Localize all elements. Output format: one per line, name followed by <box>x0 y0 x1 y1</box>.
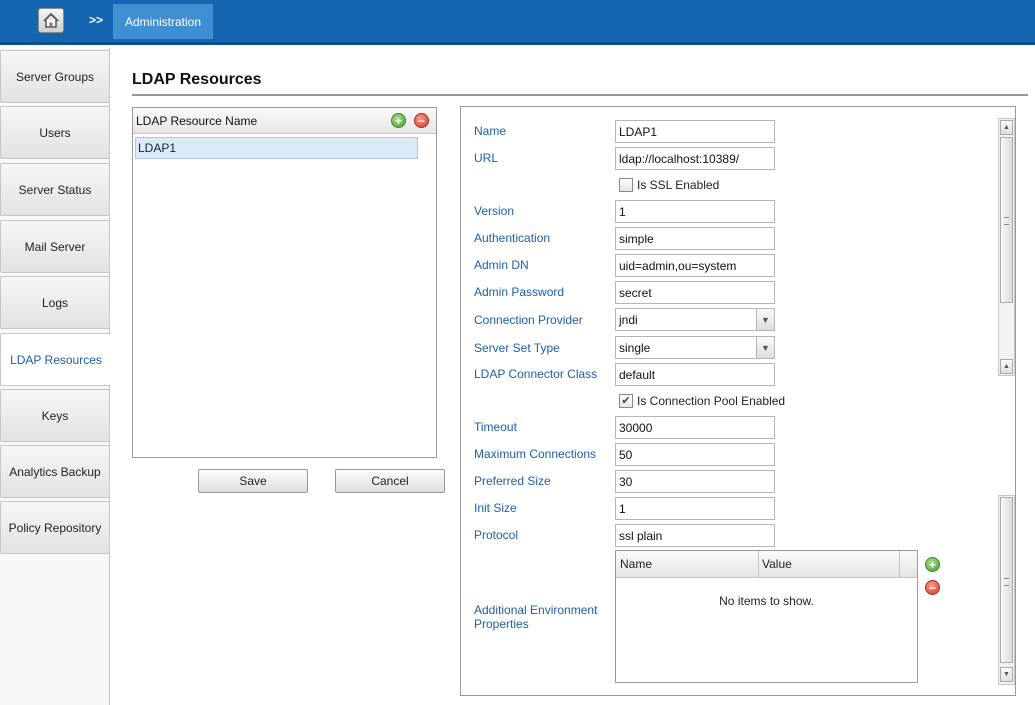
breadcrumb-administration[interactable]: Administration <box>113 4 213 39</box>
version-field[interactable]: 1 <box>615 200 775 223</box>
url-field[interactable]: ldap://localhost:10389/ <box>615 147 775 170</box>
title-divider <box>132 94 1028 96</box>
env-properties-grid: Name Value No items to show. <box>615 550 918 683</box>
sidebar-item-analytics-backup[interactable]: Analytics Backup <box>0 445 110 498</box>
sidebar-item-server-groups[interactable]: Server Groups <box>0 50 110 103</box>
sidebar: Server Groups Users Server Status Mail S… <box>0 48 111 705</box>
sidebar-item-keys[interactable]: Keys <box>0 389 110 442</box>
ssl-enabled-checkbox[interactable] <box>619 178 633 192</box>
url-label: URL <box>474 151 499 165</box>
chevron-down-icon[interactable]: ▼ <box>756 309 774 330</box>
connection-provider-label: Connection Provider <box>474 313 583 327</box>
top-bar: >> Administration <box>0 0 1035 45</box>
admin-password-label: Admin Password <box>474 285 565 299</box>
server-set-type-label: Server Set Type <box>474 341 560 355</box>
timeout-field[interactable]: 30000 <box>615 416 775 439</box>
admin-password-field[interactable]: secret <box>615 281 775 304</box>
env-column-name[interactable]: Name <box>616 551 759 577</box>
server-set-type-select[interactable]: single ▼ <box>615 336 775 359</box>
resource-list-header: LDAP Resource Name + − <box>133 108 436 134</box>
init-size-label: Init Size <box>474 501 517 515</box>
home-button[interactable] <box>38 8 64 33</box>
authentication-label: Authentication <box>474 231 551 245</box>
max-connections-field[interactable]: 50 <box>615 443 775 466</box>
connector-class-field[interactable]: default <box>615 363 775 386</box>
form-scrollbar-lower[interactable]: ▼ <box>998 495 1015 685</box>
ssl-enabled-label: Is SSL Enabled <box>637 178 720 192</box>
home-icon <box>43 12 59 28</box>
sidebar-item-users[interactable]: Users <box>0 106 110 159</box>
authentication-field[interactable]: simple <box>615 227 775 250</box>
sidebar-item-server-status[interactable]: Server Status <box>0 163 110 216</box>
add-resource-icon[interactable]: + <box>391 113 406 128</box>
remove-property-icon[interactable]: − <box>925 580 940 595</box>
env-properties-label: Additional Environment Properties <box>474 603 598 631</box>
version-label: Version <box>474 204 515 218</box>
timeout-label: Timeout <box>474 420 517 434</box>
scroll-thumb[interactable] <box>1000 497 1013 663</box>
admin-dn-field[interactable]: uid=admin,ou=system <box>615 254 775 277</box>
resource-list: LDAP Resource Name + − LDAP1 <box>132 107 437 458</box>
env-grid-header: Name Value <box>616 551 917 578</box>
pool-enabled-label: Is Connection Pool Enabled <box>637 394 786 408</box>
connection-provider-select[interactable]: jndi ▼ <box>615 308 775 331</box>
name-label: Name <box>474 124 507 138</box>
protocol-label: Protocol <box>474 528 519 542</box>
init-size-field[interactable]: 1 <box>615 497 775 520</box>
remove-resource-icon[interactable]: − <box>414 113 429 128</box>
save-button[interactable]: Save <box>198 469 308 493</box>
protocol-field[interactable]: ssl plain <box>615 524 775 547</box>
preferred-size-label: Preferred Size <box>474 474 551 488</box>
server-set-type-value: single <box>619 341 651 355</box>
scroll-up-icon[interactable]: ▲ <box>1000 120 1013 135</box>
scroll-thumb[interactable] <box>1000 137 1013 303</box>
page-title: LDAP Resources <box>132 71 262 88</box>
add-property-icon[interactable]: + <box>925 557 940 572</box>
grip-icon <box>1004 578 1009 586</box>
grip-icon <box>1004 217 1009 225</box>
resource-list-header-label: LDAP Resource Name <box>136 114 258 128</box>
max-connections-label: Maximum Connections <box>474 447 597 461</box>
env-empty-message: No items to show. <box>719 594 814 608</box>
pool-enabled-checkbox[interactable]: ✔ <box>619 394 633 408</box>
admin-dn-label: Admin DN <box>474 258 529 272</box>
scroll-up-icon[interactable]: ▲ <box>1000 359 1013 374</box>
sidebar-item-mail-server[interactable]: Mail Server <box>0 220 110 273</box>
sidebar-item-policy-repository[interactable]: Policy Repository <box>0 501 110 554</box>
chevron-down-icon[interactable]: ▼ <box>756 337 774 358</box>
breadcrumb-separator: >> <box>89 13 104 27</box>
checkmark-icon: ✔ <box>621 395 631 407</box>
preferred-size-field[interactable]: 30 <box>615 470 775 493</box>
env-column-value[interactable]: Value <box>758 551 900 577</box>
sidebar-item-logs[interactable]: Logs <box>0 276 110 329</box>
sidebar-item-ldap-resources[interactable]: LDAP Resources <box>0 333 111 386</box>
cancel-button[interactable]: Cancel <box>335 469 445 493</box>
connection-provider-value: jndi <box>619 313 638 327</box>
name-field[interactable]: LDAP1 <box>615 120 775 143</box>
connector-class-label: LDAP Connector Class <box>474 367 598 381</box>
list-item[interactable]: LDAP1 <box>135 137 418 159</box>
scroll-down-icon[interactable]: ▼ <box>1000 667 1013 682</box>
form-scrollbar-upper[interactable]: ▲ ▲ <box>998 118 1015 376</box>
